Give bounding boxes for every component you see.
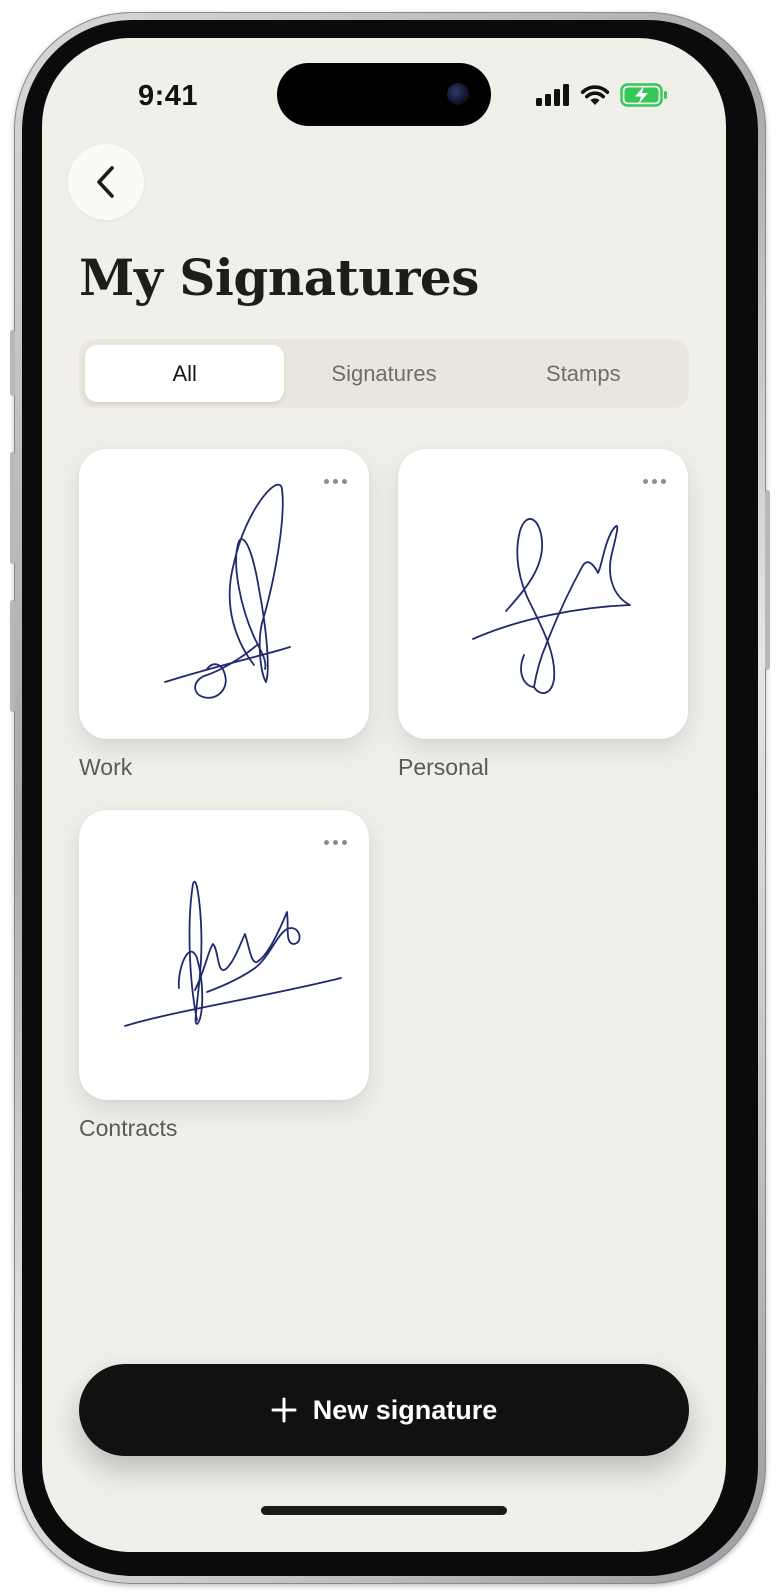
page-title: My Signatures: [79, 248, 479, 307]
screen: 9:41 My Signatures All Signatures Stamps…: [42, 38, 726, 1552]
home-indicator[interactable]: [261, 1506, 507, 1515]
status-time: 9:41: [138, 80, 199, 112]
filter-segmented-control: All Signatures Stamps: [79, 339, 689, 408]
signature-card-work[interactable]: [79, 449, 369, 739]
signature-work-image: [164, 483, 291, 699]
camera-icon: [447, 83, 469, 105]
new-signature-button[interactable]: New signature: [79, 1364, 689, 1456]
dynamic-island: [277, 63, 491, 126]
power-button: [765, 490, 770, 670]
new-signature-label: New signature: [312, 1394, 498, 1425]
tab-stamps[interactable]: Stamps: [484, 345, 683, 402]
signature-personal-image: [472, 518, 631, 694]
back-button[interactable]: [68, 144, 144, 220]
signature-card-personal[interactable]: [398, 449, 688, 739]
status-icons: [536, 83, 668, 107]
wifi-icon: [580, 85, 610, 105]
card-label-contracts: Contracts: [79, 1115, 178, 1141]
tab-signatures[interactable]: Signatures: [284, 345, 483, 402]
volume-up-button: [10, 452, 15, 564]
signature-card-contracts[interactable]: [79, 810, 369, 1100]
battery-charging-icon: [620, 83, 667, 107]
action-button: [10, 330, 15, 396]
cellular-signal-icon: [536, 84, 569, 106]
plus-icon: [271, 1397, 297, 1423]
card-label-work: Work: [79, 754, 133, 780]
volume-down-button: [10, 600, 15, 712]
card-label-personal: Personal: [398, 754, 489, 780]
tab-all[interactable]: All: [85, 345, 285, 402]
signature-contracts-image: [124, 880, 342, 1027]
chevron-left-icon: [97, 166, 114, 198]
